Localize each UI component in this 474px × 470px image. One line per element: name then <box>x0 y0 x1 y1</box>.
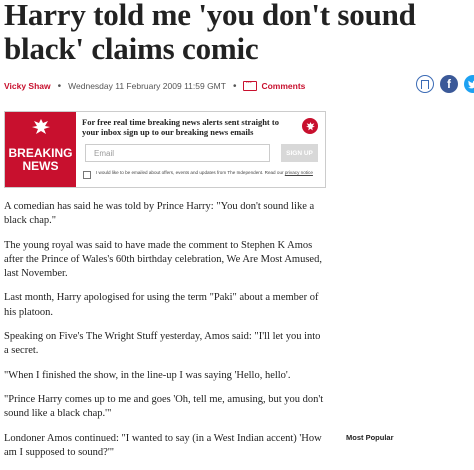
consent-row: I would like to be emailed about offers,… <box>83 170 323 179</box>
bookmark-icon[interactable] <box>416 75 434 93</box>
article-paragraph: Last month, Harry apologised for using t… <box>4 292 319 318</box>
privacy-notice-link[interactable]: privacy notice <box>285 170 313 175</box>
facebook-icon[interactable]: f <box>440 75 458 93</box>
article-headline: Harry told me 'you don't sound black' cl… <box>4 0 416 66</box>
article-paragraph: A comedian has said he was told by Princ… <box>4 201 315 227</box>
badge-line-2: NEWS <box>22 159 59 173</box>
twitter-icon[interactable] <box>464 75 474 93</box>
comments-link[interactable]: Comments <box>243 77 306 91</box>
publish-date: Wednesday 11 February 2009 11:59 GMT <box>68 81 226 91</box>
email-input[interactable] <box>85 144 270 162</box>
breaking-news-signup: BREAKING NEWS For free real time breakin… <box>4 111 326 188</box>
article-paragraph: Londoner Amos continued: "I wanted to sa… <box>4 432 322 458</box>
byline: Vicky Shaw • Wednesday 11 February 2009 … <box>4 77 306 93</box>
consent-checkbox[interactable] <box>83 171 91 179</box>
consent-text: I would like to be emailed about offers,… <box>96 170 313 175</box>
byline-separator: • <box>57 80 62 92</box>
byline-separator: • <box>232 80 237 92</box>
article-paragraph: "Prince Harry comes up to me and goes 'O… <box>4 393 324 420</box>
signup-headline: For free real time breaking news alerts … <box>82 117 279 137</box>
eagle-logo-icon <box>32 119 50 134</box>
comment-icon <box>243 77 258 91</box>
signup-button[interactable]: SIGN UP <box>281 144 318 162</box>
breaking-news-badge: BREAKING NEWS <box>5 112 76 187</box>
article-body: A comedian has said he was told by Princ… <box>4 200 326 470</box>
share-bar: f <box>416 75 474 93</box>
article-paragraph: "When I finished the show, in the line-u… <box>4 369 291 381</box>
comments-label: Comments <box>261 81 306 91</box>
author-link[interactable]: Vicky Shaw <box>4 81 51 91</box>
most-popular-heading: Most Popular <box>346 433 394 442</box>
article-paragraph: The young royal was said to have made th… <box>4 239 322 280</box>
independent-logo-icon <box>302 118 318 134</box>
article-paragraph: Speaking on Five's The Wright Stuff yest… <box>4 331 321 357</box>
